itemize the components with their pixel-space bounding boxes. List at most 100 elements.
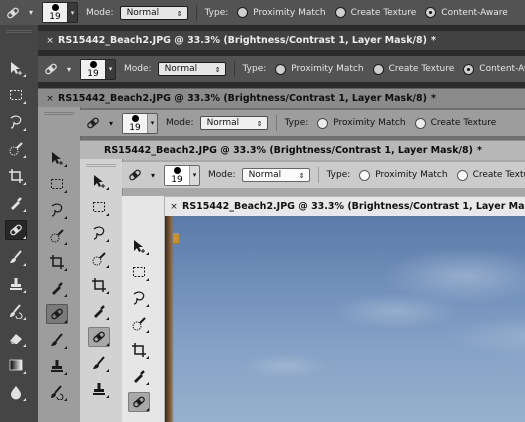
image-detail	[173, 233, 179, 243]
eyedropper-icon	[52, 282, 63, 295]
unsaved-marker: *	[430, 35, 436, 46]
spot-healing-brush-tool[interactable]	[88, 327, 110, 347]
crop-tool[interactable]	[88, 275, 110, 295]
marquee-icon	[10, 90, 22, 100]
blur-tool[interactable]	[5, 382, 27, 402]
lasso-icon	[133, 291, 145, 305]
divider	[195, 4, 197, 21]
document-tab[interactable]: RS15442_Beach2.JPG @ 33.3% (Brightness/C…	[80, 140, 525, 160]
radio-proximity-match[interactable]	[237, 7, 249, 18]
clone-stamp-tool[interactable]	[5, 274, 27, 294]
spot-healing-brush-tool[interactable]	[128, 392, 150, 412]
radio-proximity-match[interactable]	[359, 169, 371, 181]
crop-tool[interactable]	[46, 252, 68, 272]
spot-healing-brush-icon[interactable]	[122, 164, 148, 186]
brush-picker[interactable]: 19 ▾	[164, 164, 200, 186]
quick-selection-icon	[132, 317, 146, 331]
brush-tool[interactable]	[5, 247, 27, 267]
marquee-icon	[133, 267, 145, 277]
spot-healing-brush-icon[interactable]	[0, 2, 26, 24]
lasso-tool[interactable]	[46, 200, 68, 220]
updown-arrow-icon: ⇕	[298, 172, 305, 180]
divider	[233, 61, 235, 77]
clone-stamp-tool[interactable]	[88, 379, 110, 399]
quick-selection-icon	[92, 252, 106, 266]
crop-tool[interactable]	[128, 340, 150, 360]
move-tool[interactable]	[128, 236, 150, 256]
marquee-tool[interactable]	[46, 174, 68, 194]
radio-proximity-match[interactable]	[317, 117, 329, 129]
radio-label: Proximity Match	[253, 7, 326, 18]
mode-select[interactable]: Normal ⇕	[199, 116, 268, 130]
radio-create-texture[interactable]	[414, 117, 426, 129]
chevron-down-icon[interactable]: ▾	[148, 171, 158, 180]
lasso-icon	[93, 226, 105, 240]
spot-healing-brush-icon[interactable]	[80, 112, 106, 134]
document-tab[interactable]: × RS15442_Beach2.JPG @ 33.3% (Brightness…	[38, 88, 525, 108]
document-tab[interactable]: × RS15442_Beach2.JPG @ 33.3% (Brightness…	[162, 196, 525, 216]
radio-label: Create Texture	[472, 170, 525, 180]
marquee-tool[interactable]	[5, 85, 27, 105]
radio-create-texture[interactable]	[456, 169, 468, 181]
radio-create-texture[interactable]	[334, 7, 346, 18]
quick-selection-tool[interactable]	[46, 226, 68, 246]
lasso-tool[interactable]	[128, 288, 150, 308]
updown-arrow-icon: ⇕	[176, 9, 183, 18]
quick-selection-tool[interactable]	[88, 249, 110, 269]
brush-tool[interactable]	[88, 353, 110, 373]
eyedropper-tool[interactable]	[128, 366, 150, 386]
crop-tool[interactable]	[5, 166, 27, 186]
lasso-tool[interactable]	[5, 112, 27, 132]
move-tool[interactable]	[46, 148, 68, 168]
mode-label: Mode:	[124, 64, 152, 74]
radio-create-texture[interactable]	[372, 63, 384, 75]
eyedropper-tool[interactable]	[46, 278, 68, 298]
eyedropper-tool[interactable]	[5, 193, 27, 213]
close-icon[interactable]: ×	[166, 202, 182, 212]
chevron-down-icon[interactable]: ▾	[106, 119, 116, 128]
brush-tool[interactable]	[46, 330, 68, 350]
move-tool[interactable]	[5, 58, 27, 78]
image-edge	[165, 216, 174, 422]
close-icon[interactable]: ×	[42, 36, 58, 46]
eyedropper-icon	[134, 370, 145, 383]
spot-healing-brush-tool[interactable]	[46, 304, 68, 324]
marquee-tool[interactable]	[88, 197, 110, 217]
type-label: Type:	[326, 170, 351, 180]
gradient-tool[interactable]	[5, 355, 27, 375]
close-icon[interactable]: ×	[42, 94, 58, 104]
image-canvas[interactable]	[165, 216, 525, 422]
spot-healing-brush-tool[interactable]	[5, 220, 27, 240]
tools-panel	[122, 196, 165, 422]
clone-stamp-icon	[51, 360, 63, 372]
history-brush-tool[interactable]	[46, 382, 68, 402]
quick-selection-tool[interactable]	[5, 139, 27, 159]
marquee-tool[interactable]	[128, 262, 150, 282]
radio-label: Create Texture	[350, 7, 417, 18]
history-brush-tool[interactable]	[5, 301, 27, 321]
move-tool[interactable]	[88, 171, 110, 191]
lasso-tool[interactable]	[88, 223, 110, 243]
mode-select[interactable]: Normal ⇕	[241, 168, 310, 182]
brush-picker[interactable]: 19 ▾	[122, 112, 158, 134]
quick-selection-tool[interactable]	[128, 314, 150, 334]
brush-picker[interactable]: 19 ▾	[42, 2, 78, 23]
clone-stamp-tool[interactable]	[46, 356, 68, 376]
brush-picker[interactable]: 19 ▾	[80, 58, 116, 80]
radio-content-aware[interactable]	[425, 7, 437, 18]
radio-label: Proximity Match	[375, 170, 448, 180]
chevron-down-icon[interactable]: ▾	[26, 8, 36, 17]
document-title: RS15442_Beach2.JPG @ 33.3% (Brightness/C…	[58, 93, 427, 104]
mode-select[interactable]: Normal ⇕	[119, 5, 188, 20]
radio-proximity-match[interactable]	[275, 63, 287, 75]
mode-select[interactable]: Normal ⇕	[157, 62, 226, 76]
divider	[275, 115, 277, 131]
document-tab[interactable]: × RS15442_Beach2.JPG @ 33.3% (Brightness…	[38, 30, 525, 50]
eyedropper-tool[interactable]	[88, 301, 110, 321]
mode-label: Mode:	[166, 118, 194, 128]
eraser-tool[interactable]	[5, 328, 27, 348]
radio-content-aware[interactable]	[463, 63, 475, 75]
eyedropper-icon	[11, 197, 22, 210]
spot-healing-brush-icon[interactable]	[38, 58, 64, 80]
chevron-down-icon[interactable]: ▾	[64, 65, 74, 74]
